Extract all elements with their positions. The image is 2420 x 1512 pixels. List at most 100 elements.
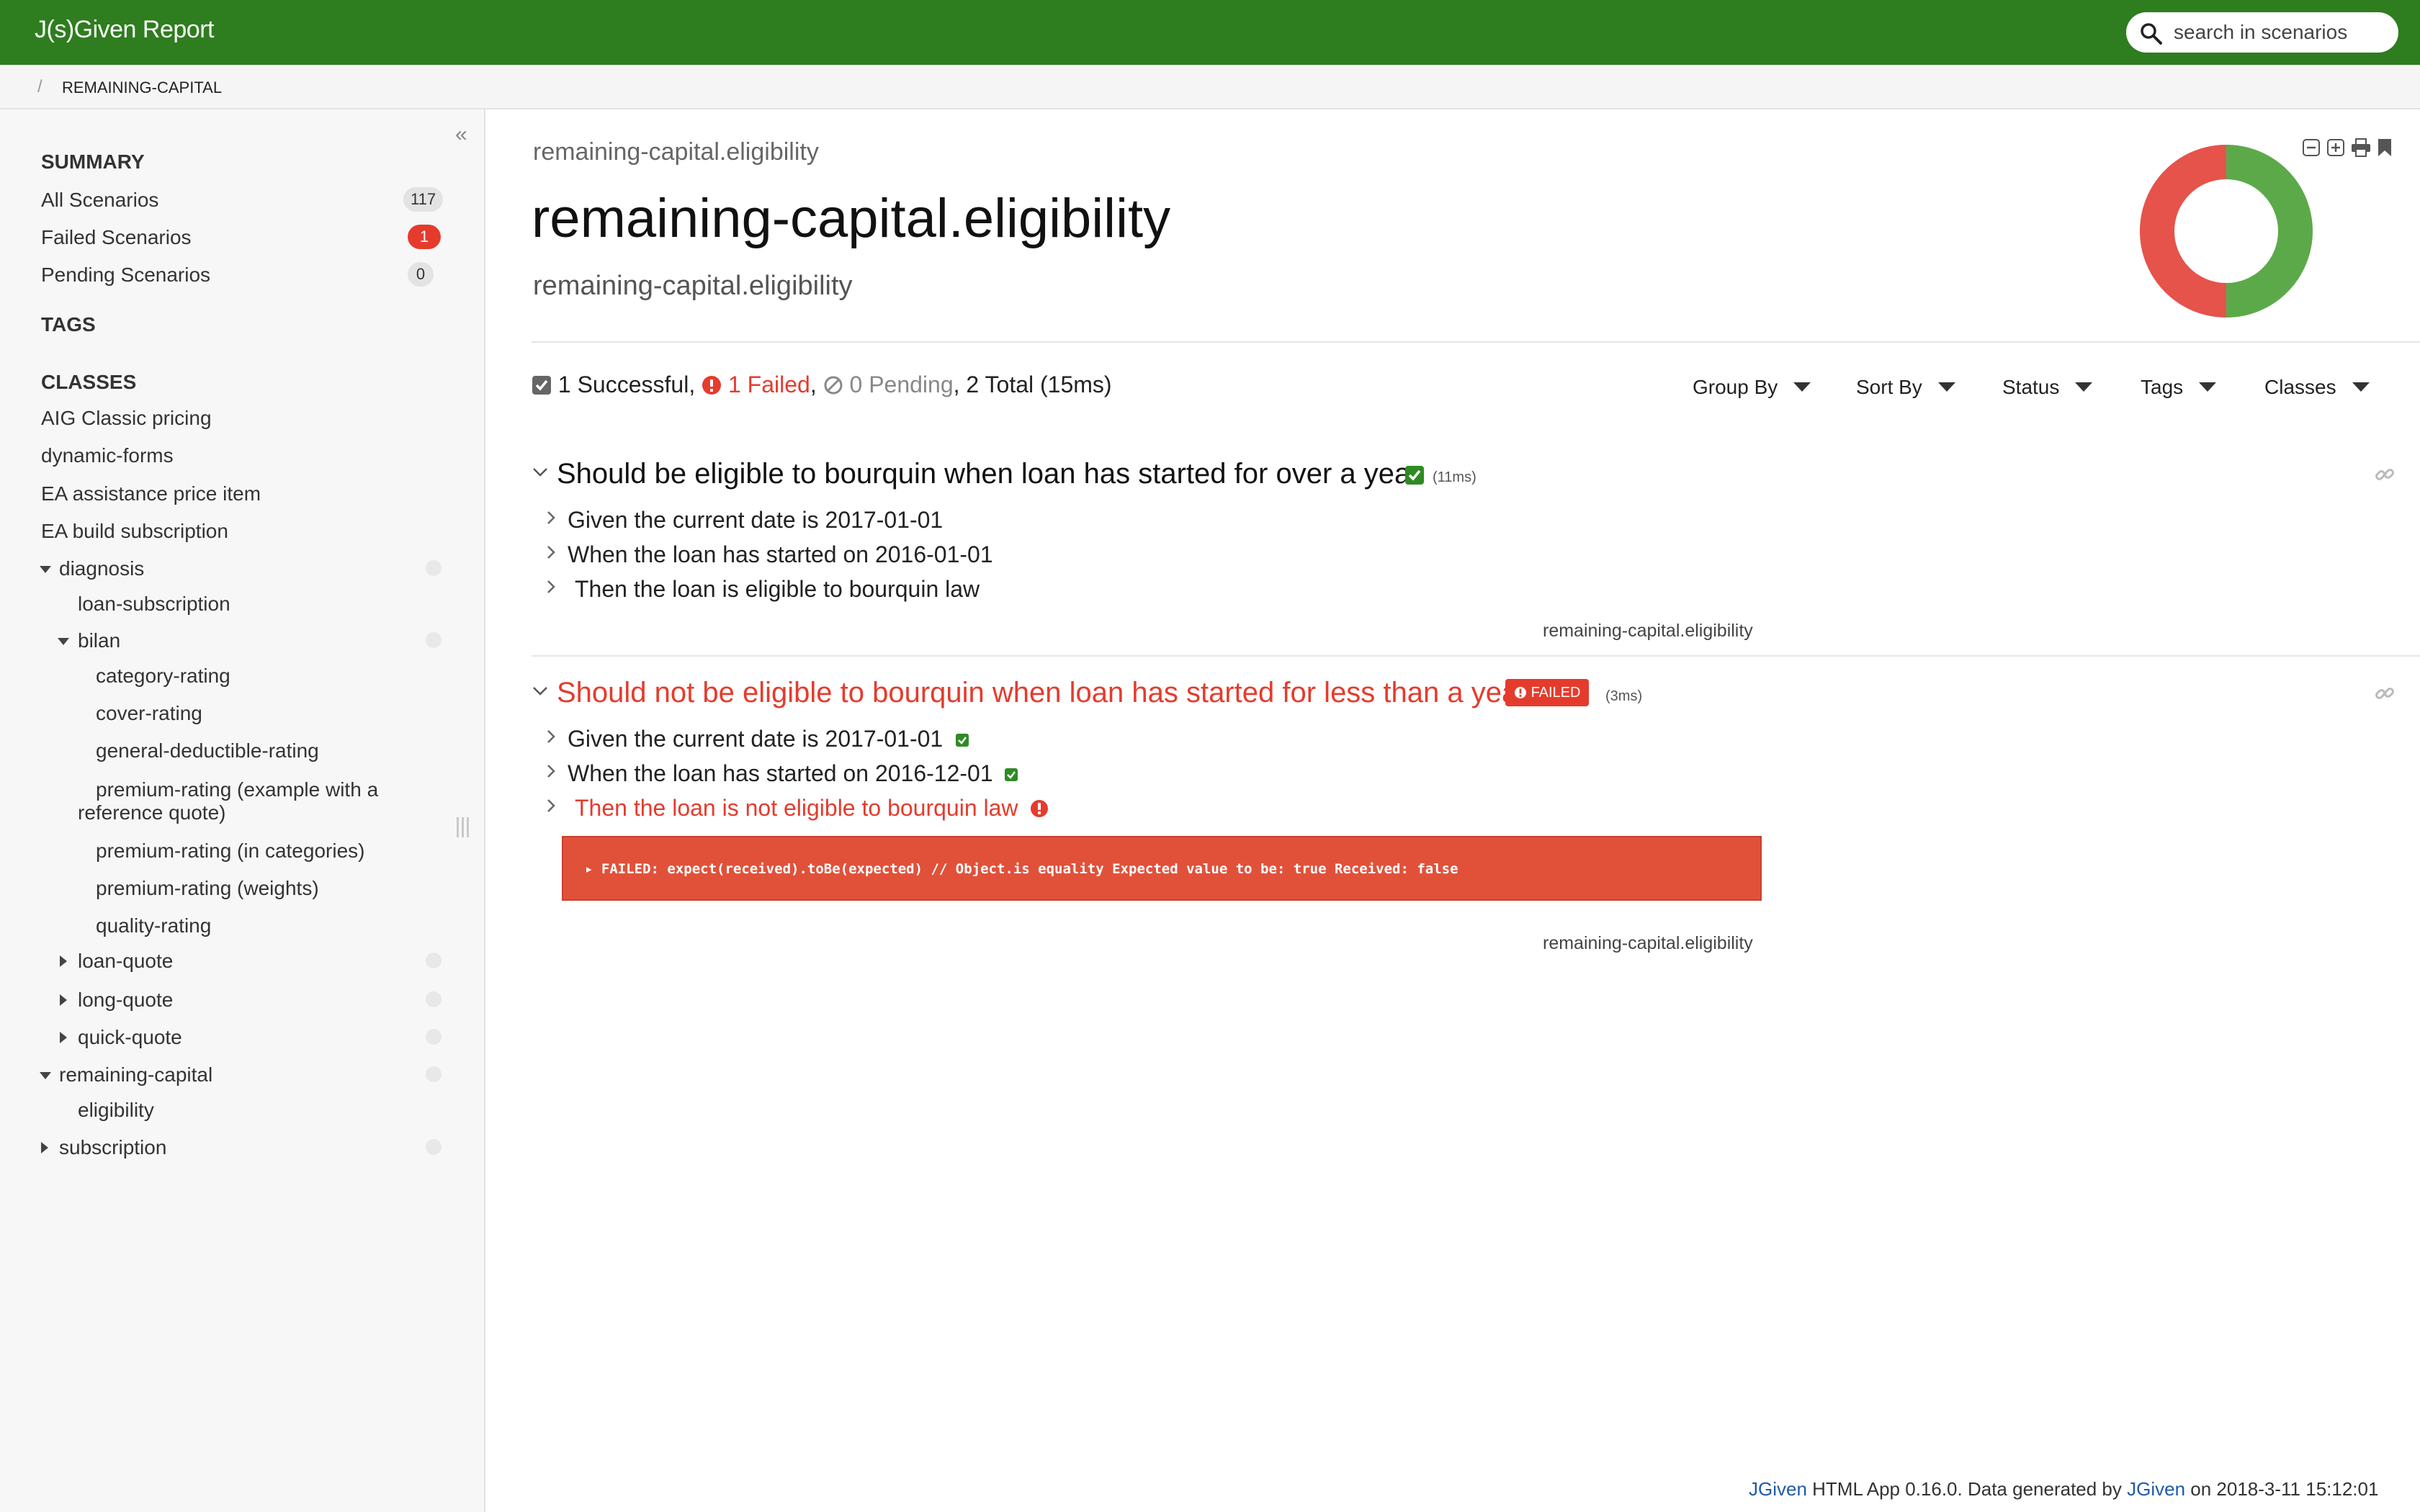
sidebar-item-remaining-capital[interactable]: remaining-capital xyxy=(59,1063,212,1086)
expand-step-icon[interactable] xyxy=(546,577,556,600)
pending-count[interactable]: 0 Pending xyxy=(850,372,954,397)
subscription-toggle-dot-icon[interactable] xyxy=(426,1139,442,1155)
expand-step-icon[interactable] xyxy=(546,762,556,784)
link-icon[interactable] xyxy=(2374,683,2396,704)
search-input[interactable] xyxy=(2174,18,2390,47)
expand-loan-quote-icon[interactable] xyxy=(60,955,67,967)
expand-step-icon[interactable] xyxy=(546,727,556,750)
sidebar-item-long-quote[interactable]: long-quote xyxy=(78,989,173,1012)
failed-status-label: FAILED xyxy=(1531,685,1581,701)
sidebar-item-ea-assistance[interactable]: EA assistance price item xyxy=(41,482,261,505)
quick-quote-toggle-dot-icon[interactable] xyxy=(426,1029,442,1045)
sidebar-item-dynamic-forms[interactable]: dynamic-forms xyxy=(41,444,174,467)
sidebar-item-subscription[interactable]: subscription xyxy=(59,1136,166,1159)
step-text: the current date is 2017-01-01 xyxy=(634,507,944,533)
sidebar-item-category-rating[interactable]: category-rating xyxy=(96,665,230,688)
sidebar-item-pending-scenarios[interactable]: Pending Scenarios xyxy=(41,264,210,287)
sidebar-item-premium-rating-weights[interactable]: premium-rating (weights) xyxy=(96,877,319,900)
diagnosis-toggle-dot-icon[interactable] xyxy=(426,560,442,576)
breadcrumb-separator: / xyxy=(37,77,42,96)
footer-jgiven-link[interactable]: JGiven xyxy=(1749,1478,1807,1500)
sidebar-item-all-scenarios[interactable]: All Scenarios xyxy=(41,189,158,212)
expand-remaining-capital-icon[interactable] xyxy=(40,1072,51,1079)
sidebar-item-diagnosis[interactable]: diagnosis xyxy=(59,557,144,580)
scenario-title[interactable]: Should not be eligible to bourquin when … xyxy=(557,677,1528,709)
scenario-title[interactable]: Should be eligible to bourquin when loan… xyxy=(557,458,1420,490)
sidebar-item-failed-scenarios[interactable]: Failed Scenarios xyxy=(41,226,192,249)
page-subtitle: remaining-capital.eligibility xyxy=(533,138,819,166)
sidebar-item-ea-build-subscription[interactable]: EA build subscription xyxy=(41,520,228,543)
sidebar-item-cover-rating[interactable]: cover-rating xyxy=(96,702,202,725)
app-title[interactable]: J(s)Given Report xyxy=(35,16,214,44)
search-box[interactable] xyxy=(2126,12,2398,53)
failed-exclamation-icon xyxy=(702,376,722,395)
group-by-dropdown[interactable]: Group By xyxy=(1693,376,1811,399)
sidebar-resize-handle[interactable] xyxy=(457,817,472,837)
sidebar-item-loan-quote[interactable]: loan-quote xyxy=(78,950,173,973)
collapse-scenario-icon[interactable] xyxy=(532,678,549,703)
collapse-all-icon[interactable] xyxy=(2302,138,2321,161)
sort-by-dropdown[interactable]: Sort By xyxy=(1856,376,1955,399)
step-then-failed: Then the loan is not eligible to bourqui… xyxy=(575,795,1018,822)
sidebar-item-loan-subscription[interactable]: loan-subscription xyxy=(78,593,230,616)
bilan-toggle-dot-icon[interactable] xyxy=(426,632,442,648)
failed-count[interactable]: 1 Failed xyxy=(728,372,810,397)
error-message-box[interactable]: ▸ FAILED: expect(received).toBe(expected… xyxy=(562,836,1762,901)
classes-dropdown[interactable]: Classes xyxy=(2264,376,2370,399)
expand-subscription-icon[interactable] xyxy=(41,1142,48,1153)
classes-heading[interactable]: CLASSES xyxy=(41,371,136,394)
step-when: When the loan has started on 2016-01-01 xyxy=(568,541,993,568)
print-icon[interactable] xyxy=(2351,138,2371,161)
sidebar-item-premium-rating-categories[interactable]: premium-rating (in categories) xyxy=(96,840,364,863)
sidebar-item-eligibility[interactable]: eligibility xyxy=(78,1099,154,1122)
classes-label: Classes xyxy=(2264,376,2336,398)
step-keyword: Then xyxy=(575,795,627,821)
expand-quick-quote-icon[interactable] xyxy=(60,1032,67,1043)
step-given: Given the current date is 2017-01-01 xyxy=(568,507,943,534)
donut-failed-segment xyxy=(2140,145,2227,318)
sort-by-label: Sort By xyxy=(1856,376,1922,398)
sidebar-item-bilan[interactable]: bilan xyxy=(78,629,120,652)
footer-timestamp: on 2018-3-11 15:12:01 xyxy=(2185,1478,2379,1500)
expand-bilan-icon[interactable] xyxy=(58,638,69,645)
sidebar-item-quick-quote[interactable]: quick-quote xyxy=(78,1026,182,1049)
scenario-tag[interactable]: remaining-capital.eligibility xyxy=(1543,621,1753,642)
expand-long-quote-icon[interactable] xyxy=(60,994,67,1006)
sidebar-item-premium-rating-reference[interactable]: premium-rating (example with a xyxy=(96,778,378,801)
scenario-tag[interactable]: remaining-capital.eligibility xyxy=(1543,933,1753,954)
divider xyxy=(532,655,2420,657)
scenario-duration: (11ms) xyxy=(1433,469,1476,485)
breadcrumb-current[interactable]: REMAINING-CAPITAL xyxy=(62,78,222,97)
sidebar-item-aig-classic-pricing[interactable]: AIG Classic pricing xyxy=(41,407,212,430)
link-icon[interactable] xyxy=(2374,464,2396,485)
sidebar-item-general-deductible-rating[interactable]: general-deductible-rating xyxy=(96,739,319,762)
summary-heading: SUMMARY xyxy=(41,150,145,173)
total-count: 2 Total (15ms) xyxy=(966,372,1112,397)
tags-dropdown[interactable]: Tags xyxy=(2141,376,2217,399)
step-when: When the loan has started on 2016-12-01 xyxy=(568,760,993,787)
tags-heading[interactable]: TAGS xyxy=(41,313,96,336)
successful-count[interactable]: 1 Successful xyxy=(558,372,689,397)
expand-step-icon[interactable] xyxy=(546,796,556,819)
sidebar-item-premium-rating-reference-line2[interactable]: reference quote) xyxy=(78,801,225,824)
step-text: the loan has started on 2016-12-01 xyxy=(634,760,993,786)
expand-step-icon[interactable] xyxy=(546,508,556,531)
expand-all-icon[interactable] xyxy=(2326,138,2345,161)
status-label: Status xyxy=(2002,376,2060,398)
step-text: the current date is 2017-01-01 xyxy=(634,726,944,752)
long-quote-toggle-dot-icon[interactable] xyxy=(426,991,442,1007)
footer-jgiven-link-2[interactable]: JGiven xyxy=(2127,1478,2185,1500)
collapse-scenario-icon[interactable] xyxy=(532,459,549,484)
caret-right-icon[interactable]: ▸ xyxy=(585,861,593,877)
failed-status-badge: FAILED xyxy=(1505,679,1590,706)
chevron-down-icon xyxy=(2352,382,2370,392)
collapse-sidebar-icon[interactable]: « xyxy=(455,122,467,147)
expand-diagnosis-icon[interactable] xyxy=(40,566,51,573)
bookmark-icon[interactable] xyxy=(2377,138,2393,161)
status-dropdown[interactable]: Status xyxy=(2002,376,2093,399)
sidebar-item-quality-rating[interactable]: quality-rating xyxy=(96,914,211,937)
remaining-capital-toggle-dot-icon[interactable] xyxy=(426,1066,442,1082)
loan-quote-toggle-dot-icon[interactable] xyxy=(426,953,442,968)
status-summary: 1 Successful, 1 Failed, 0 Pending, 2 Tot… xyxy=(532,372,1112,398)
expand-step-icon[interactable] xyxy=(546,543,556,565)
